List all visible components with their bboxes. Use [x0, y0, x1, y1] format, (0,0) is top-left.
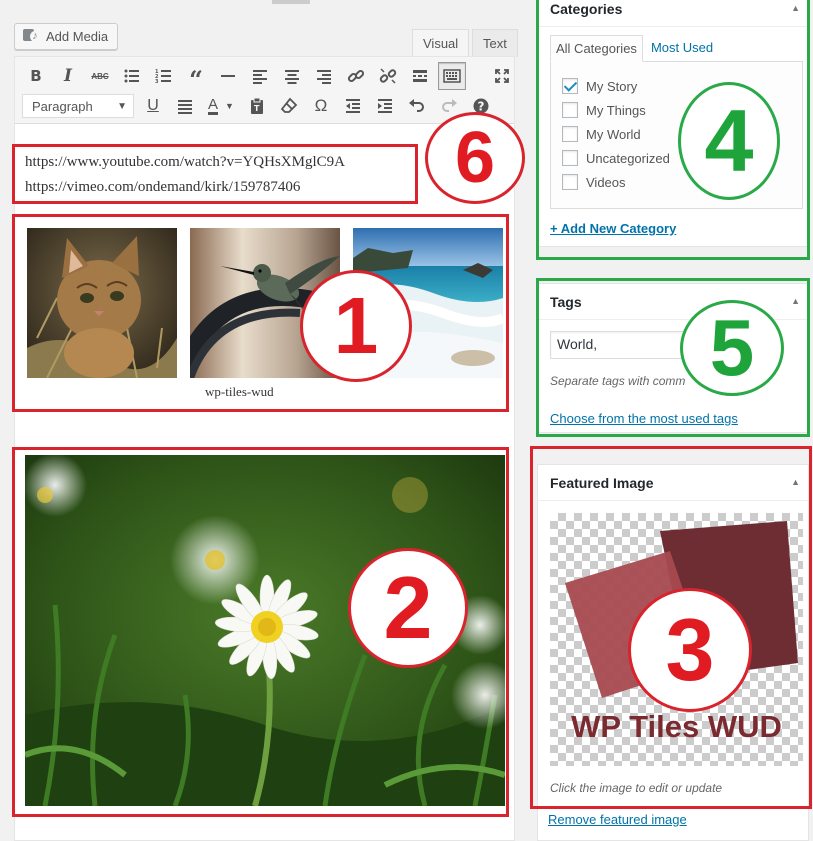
annotation-number-3: 3	[628, 588, 752, 712]
annotation-box-1	[12, 214, 509, 412]
bullet-list-icon[interactable]	[116, 62, 148, 90]
special-character-icon[interactable]: Ω	[305, 92, 337, 120]
add-media-button[interactable]: Add Media	[14, 23, 118, 50]
media-icon	[23, 29, 40, 44]
bold-icon[interactable]: B	[20, 62, 52, 90]
undo-icon[interactable]	[401, 92, 433, 120]
clear-formatting-icon[interactable]	[273, 92, 305, 120]
numbered-list-icon[interactable]: 123	[148, 62, 180, 90]
annotation-number-1: 1	[300, 270, 412, 382]
text-color-icon[interactable]: A ▼	[201, 92, 241, 120]
unlink-icon[interactable]	[372, 62, 404, 90]
indent-icon[interactable]	[369, 92, 401, 120]
underline-icon[interactable]: U	[137, 92, 169, 120]
svg-text:T: T	[254, 104, 260, 113]
chevron-down-icon: ▼	[117, 100, 127, 112]
annotation-number-5: 5	[680, 300, 784, 396]
align-right-icon[interactable]	[308, 62, 340, 90]
toolbar-row-2: Paragraph ▼ U A ▼ T Ω ?	[20, 92, 497, 120]
annotation-number-4: 4	[678, 82, 780, 200]
align-center-icon[interactable]	[276, 62, 308, 90]
toolbar-toggle-icon[interactable]	[438, 62, 466, 90]
annotation-number-2: 2	[348, 548, 468, 668]
add-media-label: Add Media	[46, 29, 109, 44]
align-left-icon[interactable]	[244, 62, 276, 90]
editor-toolbar: B I ABC 123 “ Paragraph ▼ U A ▼ T Ω ?	[15, 57, 514, 124]
svg-text:3: 3	[155, 79, 159, 85]
outdent-icon[interactable]	[337, 92, 369, 120]
horizontal-line-icon[interactable]	[212, 62, 244, 90]
justify-icon[interactable]	[169, 92, 201, 120]
toolbar-row-1: B I ABC 123 “	[20, 62, 518, 92]
top-scroll-stub	[272, 0, 310, 4]
format-select-value: Paragraph	[32, 98, 93, 114]
annotation-box-6	[12, 144, 418, 204]
link-icon[interactable]	[340, 62, 372, 90]
fullscreen-icon[interactable]	[486, 62, 518, 90]
annotation-number-6: 6	[425, 112, 525, 204]
paste-as-text-icon[interactable]: T	[241, 92, 273, 120]
format-select[interactable]: Paragraph ▼	[22, 94, 134, 118]
tab-all-categories[interactable]: All Categories	[550, 35, 643, 62]
remove-featured-image-link[interactable]: Remove featured image	[548, 812, 687, 827]
strikethrough-icon[interactable]: ABC	[84, 62, 116, 90]
tab-text[interactable]: Text	[472, 29, 518, 57]
italic-icon[interactable]: I	[52, 62, 84, 90]
blockquote-icon[interactable]: “	[180, 62, 212, 92]
tab-visual[interactable]: Visual	[412, 29, 470, 58]
read-more-icon[interactable]	[404, 62, 436, 90]
